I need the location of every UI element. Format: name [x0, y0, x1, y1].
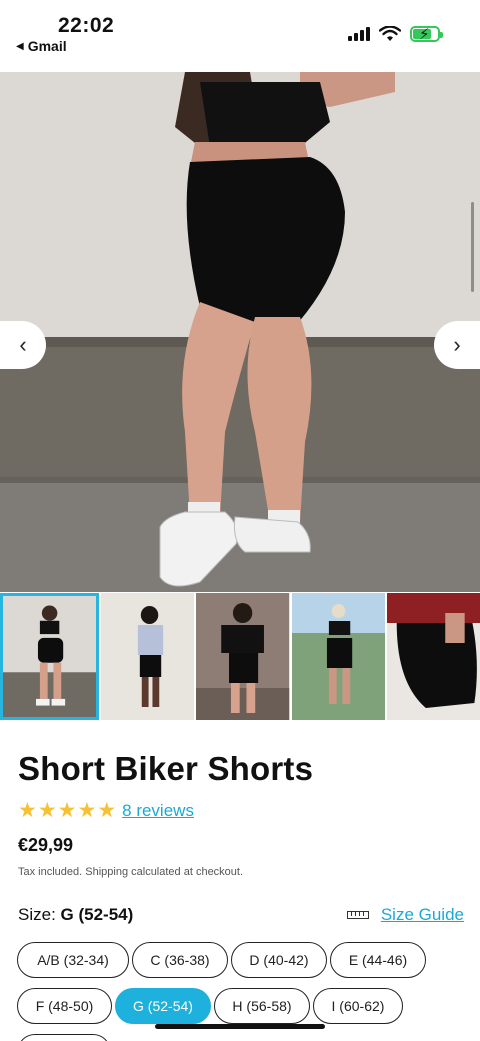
cellular-signal-icon	[348, 27, 370, 41]
product-main-image[interactable]: ‹ ›	[0, 72, 480, 592]
size-guide-label: Size Guide	[380, 905, 464, 924]
selected-size: G (52-54)	[60, 905, 134, 924]
thumbnail-4-image	[291, 593, 385, 720]
thumbnail-2[interactable]	[101, 593, 195, 720]
size-row: Size: G (52-54) Size Guide	[18, 905, 464, 931]
product-title: Short Biker Shorts	[18, 750, 314, 787]
chevron-left-icon: ‹	[19, 332, 27, 357]
back-to-gmail[interactable]: ◀ Gmail	[16, 38, 67, 54]
size-option[interactable]: D (40-42)	[231, 942, 327, 978]
size-option[interactable]: E (44-46)	[330, 942, 426, 978]
size-option[interactable]: I (60-62)	[313, 988, 403, 1024]
size-option[interactable]: C (36-38)	[132, 942, 228, 978]
chevron-right-icon: ›	[453, 332, 461, 357]
size-label: Size: G (52-54)	[18, 905, 134, 924]
scroll-indicator	[471, 202, 474, 292]
wifi-icon	[379, 26, 401, 41]
thumbnail-2-image	[101, 593, 195, 720]
status-bar: 22:02 ◀ Gmail ⚡	[0, 0, 480, 72]
thumbnail-3[interactable]	[196, 593, 290, 720]
thumbnail-3-image	[196, 593, 290, 720]
star-icon: ★	[97, 799, 117, 822]
thumbnail-4[interactable]	[291, 593, 385, 720]
rating-row: ★ ★ ★ ★ ★ 8 reviews	[18, 798, 194, 823]
back-app-label: Gmail	[27, 38, 67, 54]
size-option[interactable]: H (56-58)	[214, 988, 310, 1024]
tax-note: Tax included. Shipping calculated at che…	[18, 866, 244, 878]
star-icon: ★	[37, 799, 57, 822]
size-guide-button[interactable]: Size Guide	[346, 905, 464, 925]
battery-charging-icon: ⚡	[410, 26, 443, 43]
thumbnail-1-image	[3, 596, 97, 717]
back-triangle-icon: ◀	[16, 40, 24, 52]
status-icons: ⚡	[348, 26, 443, 43]
size-option-selected[interactable]: G (52-54)	[115, 988, 211, 1024]
home-indicator[interactable]	[155, 1024, 325, 1029]
product-photo	[0, 72, 480, 592]
star-icon: ★	[18, 799, 37, 822]
thumbnail-1[interactable]	[0, 593, 100, 720]
next-image-button[interactable]: ›	[434, 321, 480, 369]
product-price: €29,99	[18, 835, 74, 855]
size-option[interactable]: A/B (32-34)	[17, 942, 129, 978]
thumbnail-5[interactable]	[386, 593, 480, 720]
star-icon: ★	[77, 799, 97, 822]
star-rating: ★ ★ ★ ★ ★	[18, 798, 116, 823]
thumbnail-5-image	[386, 593, 480, 720]
star-icon: ★	[57, 799, 77, 822]
ruler-icon	[346, 911, 369, 919]
thumbnail-strip	[0, 593, 480, 720]
reviews-link[interactable]: 8 reviews	[122, 801, 194, 821]
size-option[interactable]: F (48-50)	[17, 988, 112, 1024]
previous-image-button[interactable]: ‹	[0, 321, 46, 369]
status-time: 22:02	[58, 14, 115, 37]
size-option-partial[interactable]	[17, 1034, 111, 1041]
